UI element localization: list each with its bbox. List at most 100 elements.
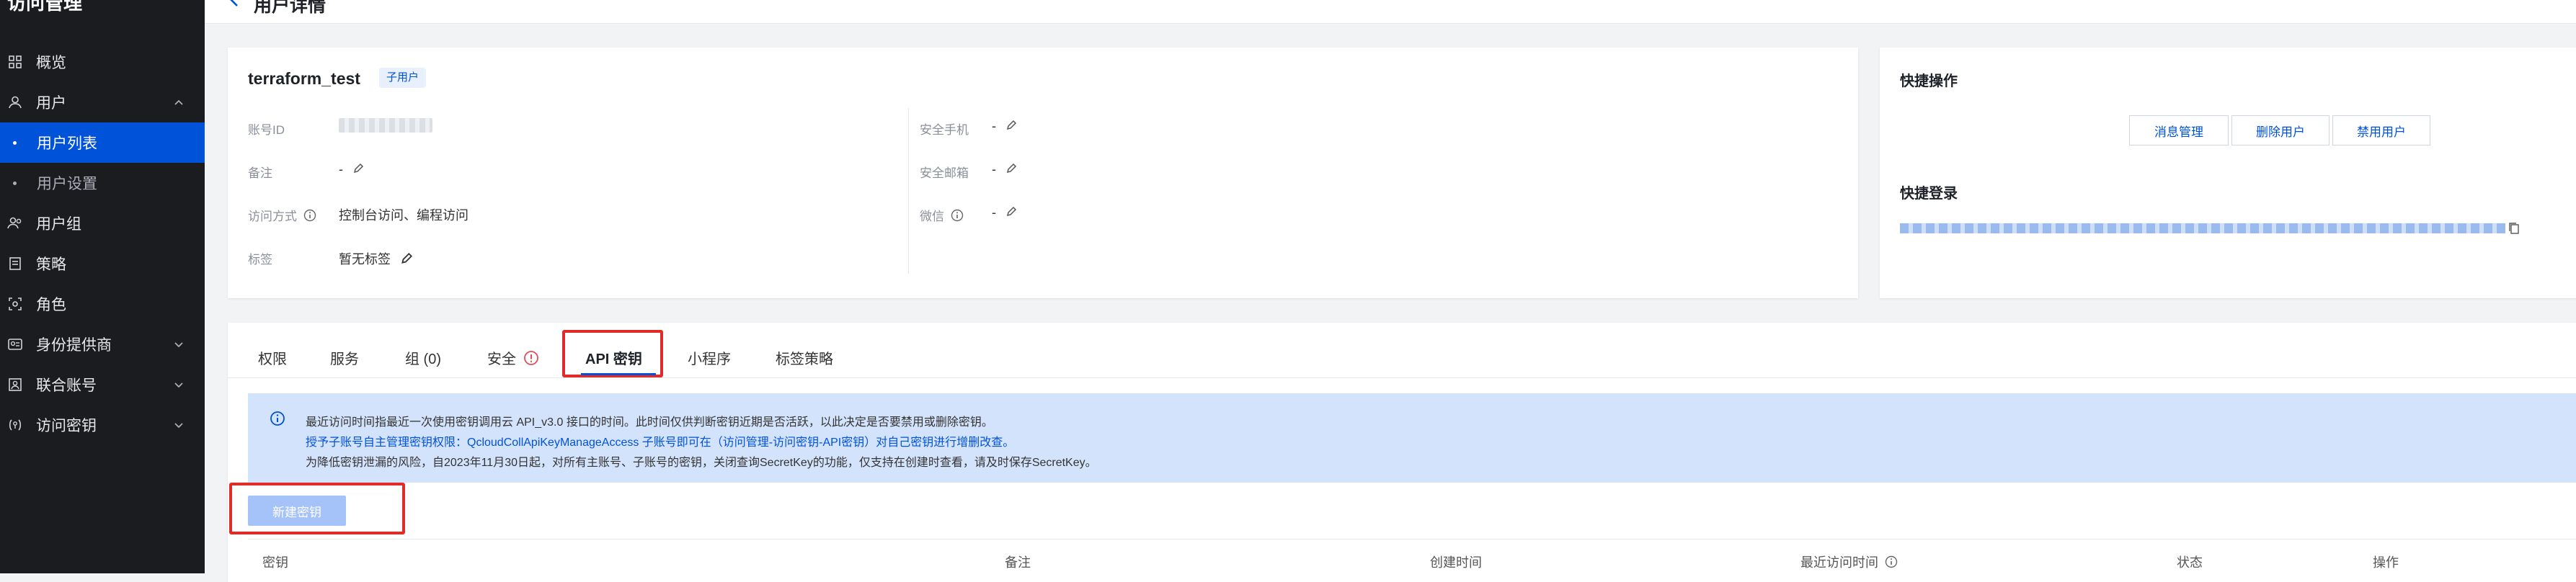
- tabs-divider: [228, 377, 2576, 378]
- info-circle-icon[interactable]: [951, 209, 964, 225]
- sidebar-item-label: 访问密钥: [36, 418, 97, 434]
- active-tab-indicator: [581, 373, 656, 375]
- info-notice: 最近访问时间指最近一次使用密钥调用云 API_v3.0 接口的时间。此时间仅供判…: [248, 393, 2576, 483]
- sidebar-item-label: 概览: [36, 55, 66, 71]
- message-management-button[interactable]: 消息管理: [2129, 115, 2229, 146]
- sidebar: 访问管理 概览 用户 用户列表 用户设置 用户组 策略 角色 身份提供商 联合账…: [0, 0, 205, 573]
- sub-user-badge: 子用户: [379, 68, 427, 88]
- access-method-value: 控制台访问、编程访问: [339, 208, 468, 223]
- quick-login-url-redacted[interactable]: [1900, 223, 2505, 233]
- security-email-value: -: [992, 162, 1017, 178]
- wechat-value-text: -: [992, 205, 996, 220]
- sidebar-item-policy[interactable]: 策略: [0, 243, 205, 284]
- user-group-icon: [7, 215, 23, 231]
- info-circle-icon[interactable]: [303, 209, 316, 225]
- tab-services[interactable]: 服务: [330, 347, 359, 368]
- remark-text: -: [339, 162, 343, 176]
- warning-icon: [523, 350, 539, 370]
- edit-pencil-icon[interactable]: [400, 252, 413, 269]
- sidebar-item-overview[interactable]: 概览: [0, 42, 205, 82]
- wechat-value: -: [992, 205, 1017, 221]
- column-header-created: 创建时间: [1430, 555, 1482, 570]
- notice-line-2-link[interactable]: 授予子账号自主管理密钥权限：QcloudCollApiKeyManageAcce…: [306, 432, 1014, 449]
- column-header-remark: 备注: [1005, 555, 1031, 570]
- notice-line-1: 最近访问时间指最近一次使用密钥调用云 API_v3.0 接口的时间。此时间仅供判…: [306, 416, 993, 429]
- info-circle-icon: [270, 411, 285, 430]
- sidebar-item-user[interactable]: 用户: [0, 82, 205, 122]
- tab-security-label: 安全: [487, 352, 516, 367]
- username: terraform_test: [248, 69, 360, 88]
- grid-icon: [7, 54, 23, 70]
- tab-tag-policy[interactable]: 标签策略: [776, 347, 833, 368]
- tags-label: 标签: [248, 253, 272, 267]
- sidebar-item-access-key[interactable]: 访问密钥: [0, 405, 205, 445]
- edit-pencil-icon[interactable]: [1005, 163, 1017, 178]
- sidebar-item-user-list[interactable]: 用户列表: [0, 122, 205, 163]
- remark-value: -: [339, 162, 364, 178]
- security-email-label: 安全邮箱: [920, 166, 969, 180]
- tags-value: 暂无标签: [339, 249, 413, 269]
- column-header-last-access-text: 最近访问时间: [1800, 555, 1878, 570]
- sidebar-item-label: 用户设置: [37, 176, 97, 192]
- sidebar-item-label: 联合账号: [36, 377, 97, 394]
- column-header-status: 状态: [2177, 555, 2203, 570]
- user-icon: [7, 94, 23, 110]
- bullet-icon: [13, 181, 17, 185]
- edit-pencil-icon[interactable]: [1005, 206, 1017, 221]
- highlight-box: [562, 330, 663, 377]
- chevron-down-icon: [173, 377, 185, 395]
- disable-user-button[interactable]: 禁用用户: [2332, 115, 2430, 146]
- column-header-key: 密钥: [262, 555, 288, 570]
- chevron-down-icon: [173, 418, 185, 435]
- table-header: 密钥 备注 创建时间 最近访问时间 状态 操作: [248, 539, 2576, 574]
- access-method-text: 访问方式: [248, 210, 297, 223]
- security-phone-value: -: [992, 119, 1017, 135]
- sidebar-item-label: 用户: [36, 95, 66, 112]
- new-key-button[interactable]: 新建密钥: [248, 496, 346, 526]
- copy-icon[interactable]: [2508, 222, 2520, 238]
- tab-mini-program[interactable]: 小程序: [688, 347, 731, 368]
- bullet-icon: [13, 140, 17, 145]
- sidebar-item-label: 用户组: [36, 216, 81, 233]
- account-id-label: 账号ID: [248, 123, 285, 137]
- sidebar-item-label: 策略: [36, 256, 66, 273]
- security-email-text: -: [992, 162, 996, 176]
- account-id-value-redacted: [339, 118, 432, 133]
- access-method-label: 访问方式: [248, 206, 316, 225]
- edit-pencil-icon[interactable]: [352, 163, 364, 178]
- federated-account-icon: [7, 377, 23, 393]
- quick-actions-title: 快捷操作: [1900, 73, 1958, 89]
- wechat-text: 微信: [920, 210, 944, 223]
- sidebar-item-federated-account[interactable]: 联合账号: [0, 364, 205, 405]
- tab-groups[interactable]: 组 (0): [405, 347, 441, 368]
- identity-provider-icon: [7, 336, 23, 352]
- column-header-actions: 操作: [2373, 555, 2399, 570]
- sidebar-item-identity-provider[interactable]: 身份提供商: [0, 324, 205, 364]
- column-divider: [908, 108, 909, 274]
- quick-login-title: 快捷登录: [1900, 186, 1958, 202]
- info-circle-icon[interactable]: [1885, 555, 1898, 572]
- notice-line-3: 为降低密钥泄漏的风险，自2023年11月30日起，对所有主账号、子账号的密钥，关…: [306, 457, 1097, 469]
- access-key-icon: [7, 417, 23, 433]
- chevron-down-icon: [173, 337, 185, 354]
- sidebar-item-user-settings[interactable]: 用户设置: [0, 163, 205, 203]
- page-header: [205, 0, 2576, 24]
- back-arrow-icon[interactable]: [226, 0, 242, 12]
- chevron-up-icon: [173, 95, 185, 112]
- edit-pencil-icon[interactable]: [1005, 120, 1017, 135]
- page-title: 用户详情: [254, 0, 327, 16]
- sidebar-item-label: 身份提供商: [36, 337, 112, 354]
- sidebar-item-label: 用户列表: [37, 135, 97, 152]
- delete-user-button[interactable]: 删除用户: [2231, 115, 2329, 146]
- tab-security[interactable]: 安全: [487, 347, 539, 370]
- column-header-last-access: 最近访问时间: [1800, 552, 1898, 572]
- wechat-label: 微信: [920, 206, 964, 225]
- sidebar-item-label: 角色: [36, 297, 66, 313]
- policy-icon: [7, 256, 23, 272]
- tags-text: 暂无标签: [339, 252, 391, 267]
- sidebar-title: 访问管理: [7, 0, 83, 14]
- sidebar-item-role[interactable]: 角色: [0, 284, 205, 324]
- tab-permissions[interactable]: 权限: [258, 347, 287, 368]
- security-phone-text: -: [992, 119, 996, 133]
- sidebar-item-user-group[interactable]: 用户组: [0, 203, 205, 243]
